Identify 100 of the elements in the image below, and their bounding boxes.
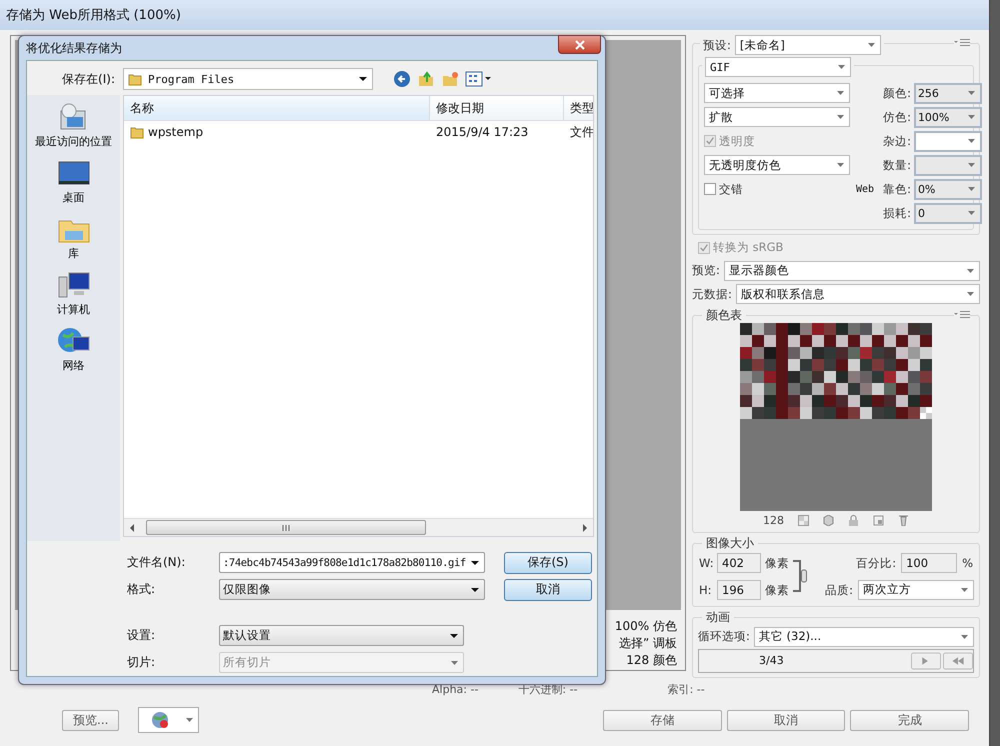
view-menu-icon[interactable] xyxy=(465,71,493,87)
caret-icon xyxy=(837,91,844,95)
caret-icon xyxy=(968,115,975,119)
unit-label: % xyxy=(961,554,974,572)
field-label: 文件名(N): xyxy=(127,554,186,571)
caret-icon xyxy=(968,211,975,215)
status-text: 索引: -- xyxy=(668,682,705,696)
dialog-button[interactable]: 取消 xyxy=(726,710,846,730)
new-folder-icon[interactable] xyxy=(441,70,459,88)
scrollbar-thumb[interactable] xyxy=(146,520,426,535)
status-text: Alpha: -- xyxy=(432,682,478,696)
dropdown[interactable]: 可选择 xyxy=(704,83,850,103)
preview-info-text: 100% 仿色 xyxy=(614,618,677,634)
caret-icon xyxy=(471,560,479,564)
checkbox[interactable] xyxy=(704,183,716,195)
combo-field[interactable]: 100% xyxy=(914,106,982,128)
new-swatch-icon[interactable] xyxy=(873,515,884,526)
group-title: 动画 xyxy=(702,608,734,625)
back-icon[interactable] xyxy=(393,70,411,88)
file-name-field[interactable]: :74ebc4b74543a99f808e1d1c178a82b80110.gif xyxy=(219,552,485,573)
horizontal-scrollbar[interactable] xyxy=(124,518,593,536)
checkbox-label: 转换为 sRGB xyxy=(713,240,784,256)
lock-icon[interactable] xyxy=(848,515,859,526)
group-title: 颜色表 xyxy=(702,306,746,323)
window-title: 存储为 Web所用格式 (100%) xyxy=(0,0,989,30)
field-label: H: xyxy=(698,582,713,599)
preset-dropdown[interactable]: [未命名] xyxy=(734,35,881,55)
height-field[interactable]: 196 xyxy=(717,580,761,600)
column-header[interactable]: 修改日期 xyxy=(430,96,564,120)
dropdown[interactable]: 默认设置 xyxy=(219,625,464,646)
dialog-button[interactable]: 取消 xyxy=(504,578,592,600)
table-cell-text: 2015/9/4 17:23 xyxy=(435,125,530,139)
last-frame-button[interactable] xyxy=(943,652,973,670)
transparency-icon[interactable] xyxy=(798,515,809,526)
format-dropdown[interactable]: GIF xyxy=(705,57,851,77)
caret-icon xyxy=(838,65,845,69)
caret-icon xyxy=(451,660,458,664)
preview-info-text: 128 颜色 xyxy=(626,652,677,668)
close-button[interactable] xyxy=(558,35,601,54)
trash-icon[interactable] xyxy=(898,515,909,526)
prefix-label: Web xyxy=(856,184,874,194)
metadata-dropdown[interactable]: 版权和联系信息 xyxy=(736,284,980,304)
preset-label: 预设: xyxy=(703,38,731,52)
percent-field[interactable]: 100 xyxy=(901,552,958,573)
preview-label: 预览: xyxy=(692,263,720,278)
width-field[interactable]: 402 xyxy=(717,552,761,573)
menu-icon[interactable] xyxy=(954,310,970,318)
scroll-right-icon[interactable] xyxy=(583,524,587,532)
quality-dropdown[interactable]: 两次立方 xyxy=(858,580,974,600)
caret-icon xyxy=(968,187,975,191)
caret-icon xyxy=(837,163,844,167)
caret-icon xyxy=(967,292,974,296)
cube-icon[interactable] xyxy=(823,515,834,526)
frame-counter: 3/43 xyxy=(759,654,784,668)
dialog-button[interactable]: 存储 xyxy=(603,710,722,730)
folder-icon xyxy=(130,125,144,139)
place-item[interactable]: 计算机 xyxy=(56,269,90,317)
field-label: 设置: xyxy=(127,627,156,644)
place-item[interactable]: 最近访问的位置 xyxy=(35,101,112,149)
next-frame-button[interactable] xyxy=(911,652,941,670)
field-label: 切片: xyxy=(127,654,156,671)
place-item[interactable]: 网络 xyxy=(56,325,90,373)
close-icon xyxy=(574,40,584,50)
metadata-label: 元数据: xyxy=(692,286,732,302)
field-label: 杂边: xyxy=(883,134,911,148)
unit-label: 像素 xyxy=(764,554,790,572)
folder-dropdown[interactable]: Program Files xyxy=(123,68,373,90)
matte-color-field[interactable] xyxy=(914,130,982,152)
caret-icon xyxy=(868,43,875,47)
field-label: 循环选项: xyxy=(698,629,750,644)
field-label: 数量: xyxy=(883,158,911,172)
place-item[interactable]: 库 xyxy=(56,213,90,261)
scroll-left-icon[interactable] xyxy=(130,524,134,532)
field-label: 颜色: xyxy=(883,86,911,100)
preview-button[interactable]: 预览... xyxy=(62,710,120,730)
combo-field[interactable]: 0 xyxy=(914,202,982,224)
caret-icon xyxy=(968,139,975,143)
file-name-cell[interactable]: wpstemp xyxy=(124,125,430,139)
place-item[interactable]: 桌面 xyxy=(56,157,90,205)
dropdown[interactable]: 扩散 xyxy=(704,107,850,127)
menu-icon[interactable] xyxy=(954,39,970,46)
field-label: 百分比: xyxy=(855,554,898,572)
dropdown[interactable]: 仅限图像 xyxy=(219,579,485,600)
combo-field[interactable] xyxy=(914,154,982,176)
combo-field[interactable]: 0% xyxy=(914,178,982,200)
column-header[interactable]: 名称 xyxy=(124,96,430,120)
field-label: 仿色: xyxy=(883,110,911,124)
loop-dropdown[interactable]: 其它 (32)... xyxy=(754,626,974,647)
combo-field[interactable]: 256 xyxy=(914,82,982,104)
up-folder-icon[interactable] xyxy=(417,70,435,88)
checkbox-label: 透明度 xyxy=(719,134,755,148)
browser-picker[interactable] xyxy=(138,707,200,733)
dialog-button[interactable]: 完成 xyxy=(850,710,970,730)
dropdown[interactable]: 无透明度仿色 xyxy=(704,155,850,175)
preview-info-text: 选择” 调板 xyxy=(618,635,677,651)
preview-dropdown[interactable]: 显示器颜色 xyxy=(724,260,980,281)
folder-icon xyxy=(128,72,142,86)
caret-icon xyxy=(967,268,974,273)
dialog-button[interactable]: 保存(S) xyxy=(504,552,592,574)
caret-icon xyxy=(961,634,968,639)
